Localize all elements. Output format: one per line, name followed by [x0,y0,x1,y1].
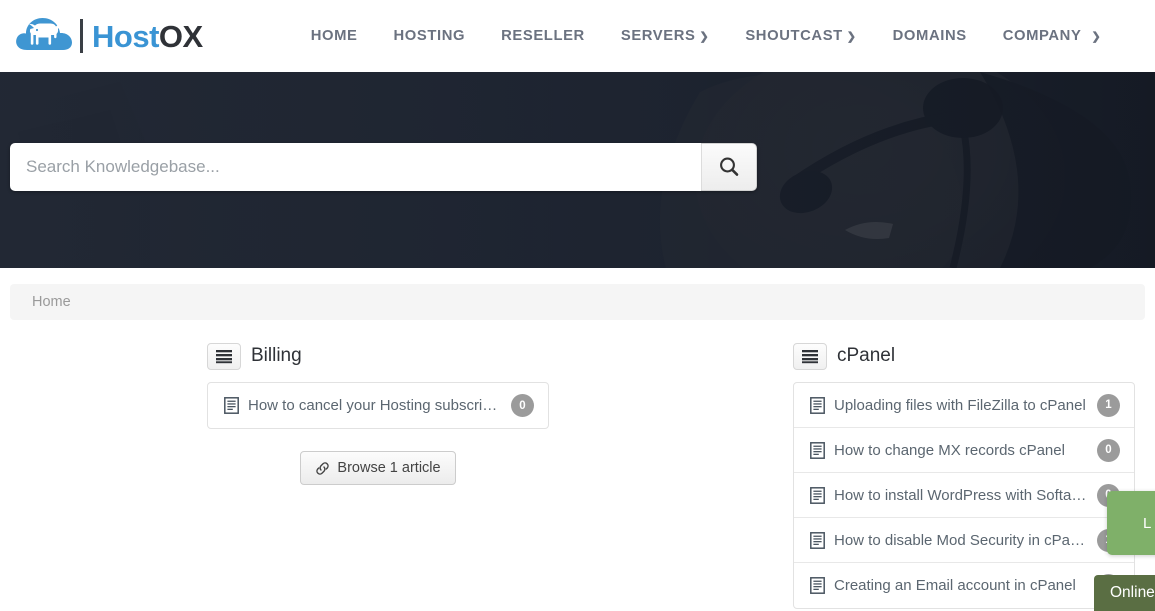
article-count-badge: 1 [1097,393,1120,417]
category-header-cpanel: cPanel [793,340,1135,372]
article-doc-glyph [810,531,825,549]
search-button[interactable] [701,143,757,191]
nav-item-home[interactable]: HOME [293,28,376,44]
article-list-billing: How to cancel your Hosting subscription … [207,382,549,429]
nav-label: DOMAINS [892,28,967,44]
live-chat-status-label: Online [1110,584,1155,601]
hero-banner [0,72,1155,268]
article-icon [224,397,239,414]
article-count-badge: 0 [1097,438,1120,462]
list-item[interactable]: Creating an Email account in cPanel 0 [794,563,1134,608]
list-bars-glyph [216,349,232,363]
nav-item-servers[interactable]: SERVERS ❯ [603,28,727,44]
chevron-down-icon: ❯ [1091,30,1102,43]
list-item[interactable]: How to disable Mod Security in cPanel 1 [794,518,1134,563]
search-input[interactable] [10,143,701,191]
article-icon [810,441,825,459]
article-icon [810,577,825,594]
article-doc-glyph [810,486,825,504]
brand-logo-link[interactable]: HostOX [14,14,203,58]
link-icon [316,461,330,475]
nav-item-domains[interactable]: DOMAINS [875,28,985,44]
article-doc-glyph [810,441,825,459]
article-doc-glyph [810,577,825,594]
list-item[interactable]: How to install WordPress with Softaculou… [794,473,1134,518]
article-title: How to cancel your Hosting subscription [248,397,503,414]
article-title: How to disable Mod Security in cPanel [834,531,1089,549]
page-root: HostOX HOME HOSTING RESELLER SERVERS ❯ S… [0,0,1155,611]
list-bars-icon[interactable] [207,342,241,370]
brand-divider [80,19,83,53]
article-doc-glyph [224,397,239,414]
category-title: cPanel [837,345,896,366]
article-doc-glyph [810,396,825,414]
brand-wordmark: HostOX [92,21,203,52]
chevron-down-icon: ❯ [699,30,710,43]
article-icon [810,396,825,414]
nav-item-hosting[interactable]: HOSTING [375,28,483,44]
search-icon [720,157,739,176]
nav-item-company[interactable]: COMPANY ❯ [985,28,1120,44]
article-icon [810,486,825,504]
nav-label: HOSTING [393,28,466,44]
list-item[interactable]: How to change MX records cPanel 0 [794,428,1134,473]
site-header: HostOX HOME HOSTING RESELLER SERVERS ❯ S… [0,0,1155,72]
list-item[interactable]: How to cancel your Hosting subscription … [208,383,548,428]
live-chat-bubble-text: L [1143,514,1152,532]
live-chat-bubble[interactable]: L [1107,491,1155,555]
category-cpanel: cPanel Uploading files with FileZilla to… [793,340,1135,609]
browse-button-label: Browse 1 article [337,460,441,476]
category-billing: Billing How to cancel your Hosting subsc… [207,340,549,485]
main-navigation: HOME HOSTING RESELLER SERVERS ❯ SHOUTCAS… [293,28,1120,44]
article-title: Uploading files with FileZilla to cPanel [834,396,1086,414]
list-item[interactable]: Uploading files with FileZilla to cPanel… [794,383,1134,428]
article-count-badge: 0 [511,394,534,417]
list-bars-icon[interactable] [793,342,827,370]
live-chat-online-tab[interactable]: Online [1094,575,1155,611]
nav-label: SHOUTCAST [745,28,843,44]
article-list-cpanel: Uploading files with FileZilla to cPanel… [793,382,1135,609]
brand-name-part2: OX [158,18,203,54]
browse-articles-button[interactable]: Browse 1 article [300,451,456,485]
knowledgebase-search [10,143,757,191]
breadcrumb-item-home[interactable]: Home [32,294,71,310]
nav-label: SERVERS [620,28,696,44]
article-title: Creating an Email account in cPanel [834,577,1076,594]
article-title: How to change MX records cPanel [834,441,1065,459]
cloud-ox-logo-icon [16,18,73,50]
nav-label: RESELLER [501,28,585,44]
breadcrumb: Home [10,284,1145,320]
chevron-down-icon: ❯ [846,30,857,43]
nav-label: COMPANY [1002,28,1082,44]
nav-item-reseller[interactable]: RESELLER [483,28,603,44]
article-icon [810,531,825,549]
brand-name-part1: Host [92,18,159,54]
article-title: How to install WordPress with Softaculou… [834,486,1089,504]
category-title: Billing [251,345,302,366]
category-header-billing: Billing [207,340,549,372]
list-bars-glyph [802,349,818,363]
browse-button-wrap: Browse 1 article [207,451,549,485]
nav-label: HOME [310,28,358,44]
nav-item-shoutcast[interactable]: SHOUTCAST ❯ [727,28,874,44]
